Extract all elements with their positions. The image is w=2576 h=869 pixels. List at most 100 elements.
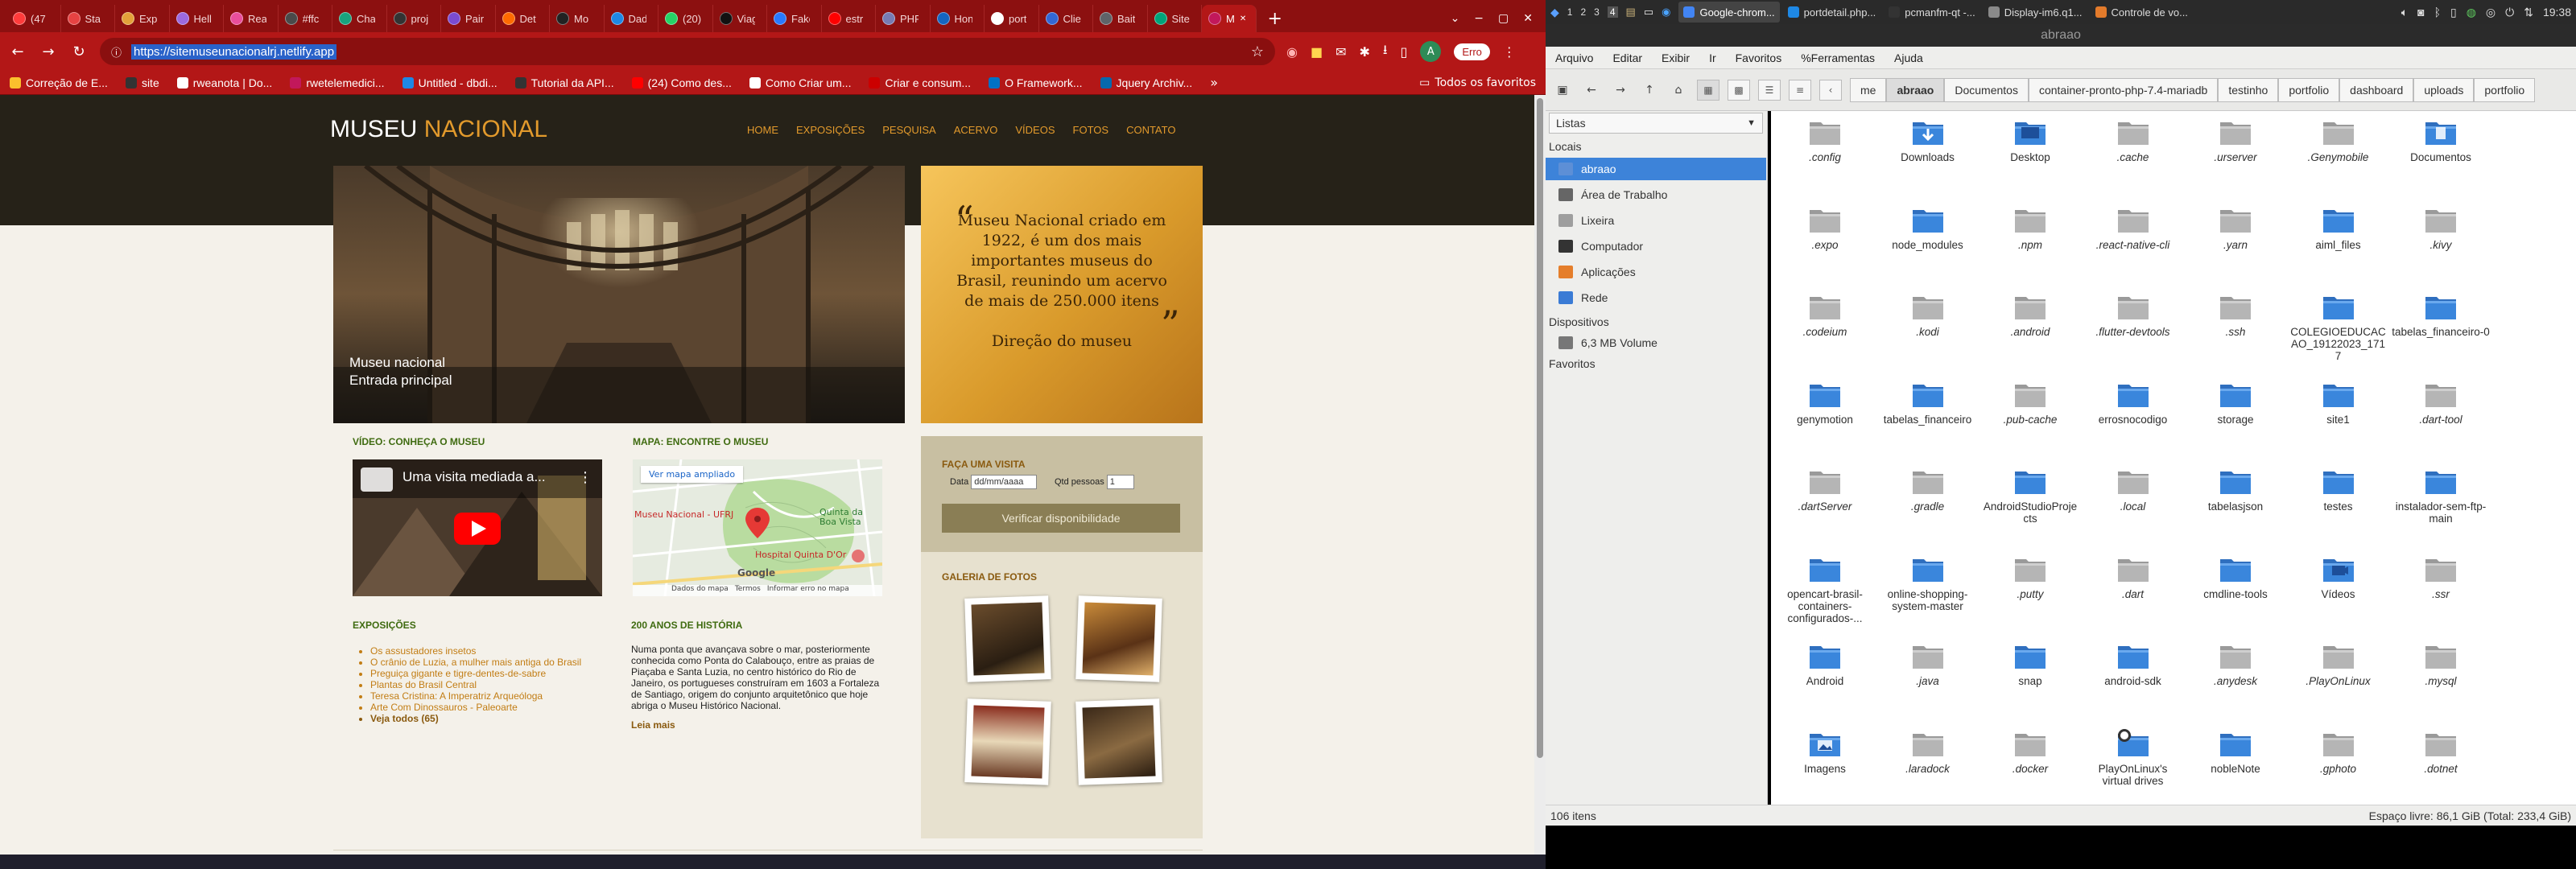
exhibitions-more-link[interactable]: Veja todos (65) — [370, 713, 581, 724]
menu-0[interactable]: Arquivo — [1555, 51, 1593, 64]
file-item[interactable]: instalador-sem-ftp-main — [2392, 467, 2490, 525]
breadcrumb-item[interactable]: dashboard — [2339, 77, 2414, 102]
nav-link-4[interactable]: VÍDEOS — [1015, 124, 1055, 136]
bookmark-item[interactable]: (24) Como des... — [631, 76, 732, 89]
file-item[interactable]: online-shopping-system-master — [1879, 554, 1977, 612]
file-item[interactable]: .dart-tool — [2392, 380, 2490, 426]
bookmark-item[interactable]: site — [125, 76, 159, 89]
file-item[interactable]: .codeium — [1776, 292, 1874, 338]
nav-link-1[interactable]: EXPOSIÇÕES — [796, 124, 865, 136]
file-item[interactable]: errosnocodigo — [2084, 380, 2182, 426]
taskbar-item[interactable]: portdetail.php... — [1783, 2, 1881, 23]
map-terms-link[interactable]: Termos — [735, 585, 761, 596]
extension-red-icon[interactable]: ◉ — [1286, 44, 1298, 60]
browser-tab[interactable]: Pair — [441, 5, 496, 32]
file-item[interactable]: .Genymobile — [2289, 117, 2388, 163]
file-item[interactable]: .flutter-devtools — [2084, 292, 2182, 338]
file-item[interactable]: cmdline-tools — [2186, 554, 2285, 600]
nav-link-2[interactable]: PESQUISA — [882, 124, 935, 136]
file-item[interactable]: .cache — [2084, 117, 2182, 163]
taskbar-item[interactable]: Display-im6.q1... — [1984, 2, 2087, 23]
browser-tab[interactable]: Hon — [931, 5, 985, 32]
nav-link-0[interactable]: HOME — [747, 124, 778, 136]
forward-icon[interactable]: → — [39, 43, 58, 60]
file-item[interactable]: .anydesk — [2186, 641, 2285, 687]
thumbnail-view-icon[interactable]: ▩ — [1728, 79, 1750, 101]
browser-tab[interactable]: (20) — [658, 5, 713, 32]
file-item[interactable]: snap — [1981, 641, 2079, 687]
file-item[interactable]: node_modules — [1879, 205, 1977, 251]
breadcrumb-item[interactable]: me — [1850, 77, 1887, 102]
file-item[interactable]: .dotnet — [2392, 729, 2490, 775]
file-item[interactable]: genymotion — [1776, 380, 1874, 426]
profile-avatar[interactable]: A — [1420, 41, 1442, 62]
back-icon[interactable]: ← — [1581, 80, 1602, 101]
file-item[interactable]: .local — [2084, 467, 2182, 513]
tab-search-icon[interactable]: ⌄ — [1451, 12, 1460, 25]
gallery-photo[interactable] — [964, 595, 1051, 682]
visit-qty-input[interactable]: 1 — [1106, 475, 1134, 489]
check-availability-button[interactable]: Verificar disponibilidade — [942, 504, 1180, 533]
map-data-link[interactable]: Dados do mapa — [671, 585, 729, 596]
nav-link-3[interactable]: ACERVO — [954, 124, 998, 136]
extension-yellow-icon[interactable]: ■ — [1311, 44, 1323, 60]
menu-5[interactable]: %Ferramentas — [1801, 51, 1875, 64]
file-item[interactable]: .gradle — [1879, 467, 1977, 513]
file-item[interactable]: .npm — [1981, 205, 2079, 251]
menu-1[interactable]: Editar — [1612, 51, 1642, 64]
bookmark-item[interactable]: Correção de E... — [10, 76, 108, 89]
browser-tab[interactable]: Site — [1148, 5, 1202, 32]
breadcrumb-item[interactable]: portfolio — [2278, 77, 2340, 102]
file-item[interactable]: site1 — [2289, 380, 2388, 426]
bluetooth-icon[interactable]: ᛒ — [2434, 6, 2441, 19]
extension-mail-icon[interactable]: ✉ — [1335, 44, 1346, 60]
menu-icon[interactable]: ⋮ — [1503, 44, 1516, 60]
icon-view-icon[interactable]: ▦ — [1697, 79, 1719, 101]
clock[interactable]: 19:38 — [2543, 6, 2571, 19]
sidebar-mode-select[interactable]: Listas ▼ — [1549, 113, 1763, 134]
sidebar-place[interactable]: Aplicações — [1546, 261, 1766, 283]
gallery-photo[interactable] — [1075, 698, 1162, 785]
file-item[interactable]: .mysql — [2392, 641, 2490, 687]
file-item[interactable]: .ssr — [2392, 554, 2490, 600]
file-item[interactable]: aiml_files — [2289, 205, 2388, 251]
map-report-link[interactable]: Informar erro no mapa — [767, 585, 849, 596]
site-logo[interactable]: MUSEU NACIONAL — [330, 116, 547, 143]
file-item[interactable]: storage — [2186, 380, 2285, 426]
menu-4[interactable]: Favoritos — [1736, 51, 1782, 64]
read-more-link[interactable]: Leia mais — [631, 719, 675, 731]
camera-icon[interactable]: ◙ — [2417, 6, 2424, 19]
all-bookmarks[interactable]: ▭ Todos os favoritos — [1419, 76, 1536, 89]
terminal-launcher-icon[interactable]: ▭ — [1644, 6, 1653, 19]
bookmark-item[interactable]: Jquery Archiv... — [1100, 76, 1192, 89]
browser-tab[interactable]: M ✕ — [1202, 5, 1257, 32]
new-tab-icon[interactable]: ▣ — [1552, 80, 1573, 101]
breadcrumb-item[interactable]: Documentos — [1944, 77, 2029, 102]
file-item[interactable]: testes — [2289, 467, 2388, 513]
file-item[interactable]: .putty — [1981, 554, 2079, 600]
file-item[interactable]: tabelas_financeiro — [1879, 380, 1977, 426]
file-item[interactable]: COLEGIOEDUCACAO_19122023_1717 — [2289, 292, 2388, 362]
list-view-icon[interactable]: ≡ — [1789, 79, 1811, 101]
file-item[interactable]: Downloads — [1879, 117, 1977, 163]
path-left-icon[interactable]: ‹ — [1819, 79, 1842, 101]
file-item[interactable]: .kivy — [2392, 205, 2490, 251]
sidebar-place[interactable]: Lixeira — [1546, 209, 1766, 232]
file-item[interactable]: Android — [1776, 641, 1874, 687]
file-item[interactable]: .java — [1879, 641, 1977, 687]
browser-tab[interactable]: Cha — [332, 5, 387, 32]
taskbar-item[interactable]: Controle de vo... — [2091, 2, 2193, 23]
file-item[interactable]: Desktop — [1981, 117, 2079, 163]
browser-tab[interactable]: PHP — [876, 5, 931, 32]
file-item[interactable]: .PlayOnLinux — [2289, 641, 2388, 687]
network-icon[interactable]: ⇅ — [2524, 6, 2533, 19]
file-item[interactable]: Imagens — [1776, 729, 1874, 775]
file-item[interactable]: .react-native-cli — [2084, 205, 2182, 251]
video-more-icon[interactable]: ⋮ — [578, 469, 592, 486]
reload-icon[interactable]: ↻ — [69, 43, 89, 60]
nav-link-6[interactable]: CONTATO — [1126, 124, 1175, 136]
browser-tab[interactable]: Bait — [1093, 5, 1148, 32]
bookmarks-overflow-icon[interactable]: » — [1210, 75, 1218, 90]
breadcrumb-item[interactable]: uploads — [2413, 77, 2475, 102]
workspace-1[interactable]: 1 — [1567, 6, 1573, 18]
